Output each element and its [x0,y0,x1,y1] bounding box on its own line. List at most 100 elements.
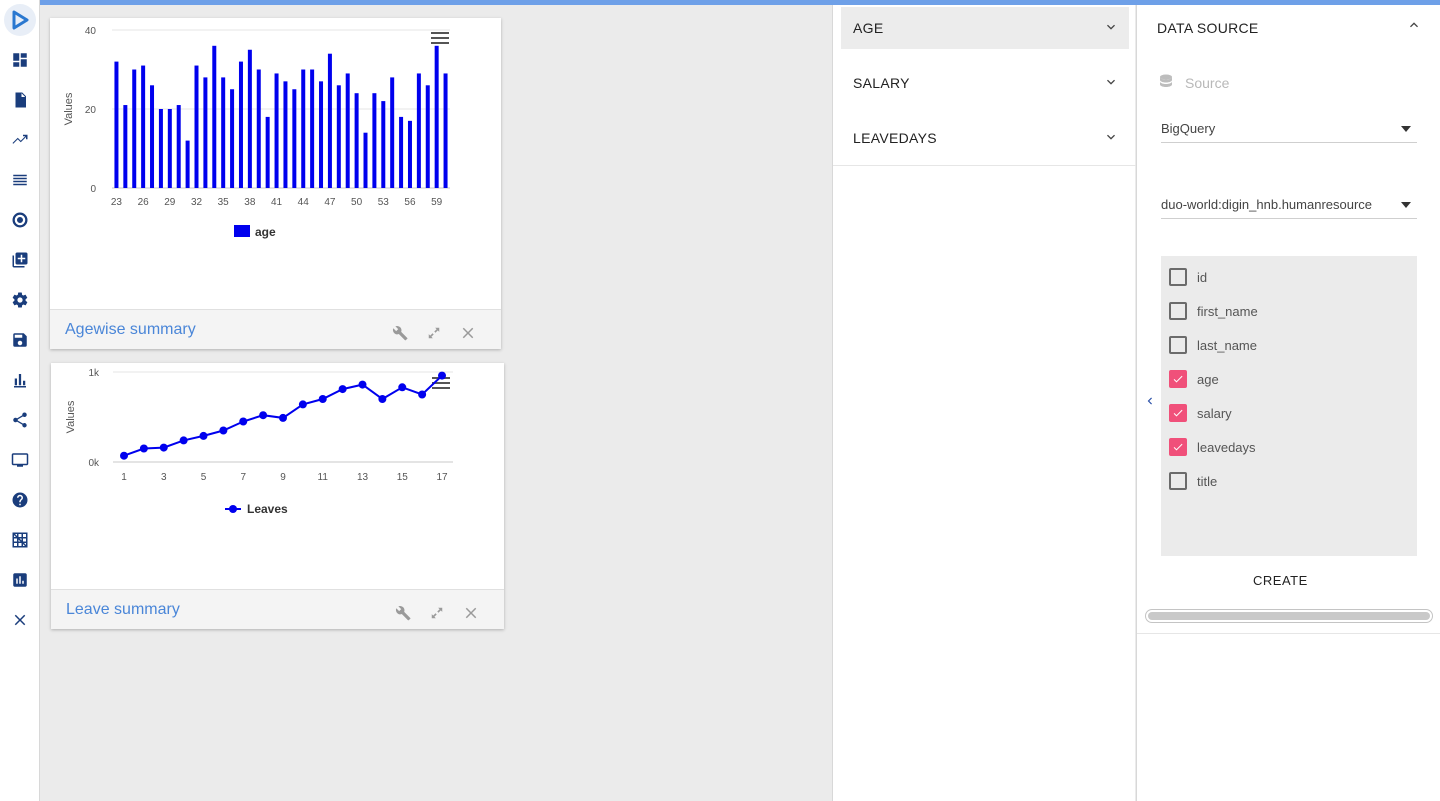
checkbox-empty-icon[interactable] [1169,472,1187,490]
bar[interactable] [345,73,350,188]
bar[interactable] [158,109,163,188]
bar[interactable] [407,120,412,188]
data-point[interactable] [438,371,446,380]
data-point[interactable] [179,436,188,445]
monitor-icon[interactable] [10,450,30,470]
field-checkbox-title[interactable]: title [1169,469,1217,493]
legend-label[interactable]: age [255,225,276,239]
legend-swatch[interactable] [234,225,250,237]
bar[interactable] [230,89,235,188]
expand-icon[interactable] [430,606,444,620]
bar[interactable] [363,132,368,188]
scrollbar-thumb[interactable] [1148,612,1430,620]
bar[interactable] [310,69,315,189]
widget-title[interactable]: Agewise summary [65,321,196,339]
bar[interactable] [247,49,252,188]
checkbox-checked-icon[interactable] [1169,370,1187,388]
bar[interactable] [336,85,341,188]
legend-marker[interactable] [229,505,237,513]
data-point[interactable] [318,395,327,403]
bar[interactable] [123,105,128,188]
report-icon[interactable] [10,90,30,110]
close-widget-icon[interactable] [459,324,477,342]
bar[interactable] [238,61,243,188]
chevron-left-icon[interactable] [1143,393,1157,409]
create-button[interactable]: CREATE [1245,571,1316,590]
bar-chart-icon[interactable] [10,370,30,390]
bar[interactable] [167,109,172,188]
settings-icon[interactable] [10,290,30,310]
close-icon[interactable] [10,610,30,630]
add-library-icon[interactable] [10,250,30,270]
bar[interactable] [132,69,137,189]
bar[interactable] [176,105,181,188]
bar[interactable] [381,101,386,188]
bar[interactable] [354,93,359,188]
data-point[interactable] [199,431,208,440]
tools-icon[interactable] [391,324,409,342]
bar[interactable] [434,45,439,188]
widget-title[interactable]: Leave summary [66,601,180,619]
field-checkbox-last-name[interactable]: last_name [1169,333,1257,357]
data-point[interactable] [338,385,347,394]
source-select[interactable]: BigQuery [1161,115,1417,143]
checkbox-empty-icon[interactable] [1169,336,1187,354]
insights-icon[interactable] [10,570,30,590]
bar[interactable] [141,65,146,188]
tools-icon[interactable] [394,604,412,622]
accordion-item-leavedays[interactable]: LEAVEDAYS [841,117,1129,159]
data-point[interactable] [120,451,128,460]
data-point[interactable] [279,413,287,422]
chevron-up-icon[interactable] [1406,17,1422,33]
data-point[interactable] [418,390,427,399]
field-checkbox-age[interactable]: age [1169,367,1219,391]
checkbox-checked-icon[interactable] [1169,438,1187,456]
dashboard-icon[interactable] [10,50,30,70]
legend-label[interactable]: Leaves [247,502,288,516]
checkbox-empty-icon[interactable] [1169,268,1187,286]
data-point[interactable] [159,443,168,452]
bar[interactable] [194,65,199,188]
field-checkbox-salary[interactable]: salary [1169,401,1232,425]
trend-icon[interactable] [10,130,30,150]
bar[interactable] [256,69,261,189]
bar[interactable] [399,116,404,188]
target-icon[interactable] [10,210,30,230]
bar[interactable] [150,85,155,188]
bar[interactable] [327,53,332,189]
bar[interactable] [114,61,119,188]
bar[interactable] [283,81,288,188]
field-checkbox-first-name[interactable]: first_name [1169,299,1258,323]
data-point[interactable] [239,417,248,426]
field-checkbox-leavedays[interactable]: leavedays [1169,435,1256,459]
data-point[interactable] [398,383,407,392]
bar[interactable] [390,77,395,188]
data-point[interactable] [139,444,148,453]
accordion-item-age[interactable]: AGE [841,7,1129,49]
bar[interactable] [212,45,217,188]
help-icon[interactable] [10,490,30,510]
data-point[interactable] [358,380,367,389]
bar[interactable] [425,85,430,188]
bar[interactable] [301,69,306,189]
field-checkbox-id[interactable]: id [1169,265,1207,289]
save-icon[interactable] [10,330,30,350]
bar[interactable] [416,73,421,188]
list-icon[interactable] [10,170,30,190]
data-point[interactable] [298,400,307,409]
bar[interactable] [319,81,324,188]
grid-icon[interactable] [10,530,30,550]
data-point[interactable] [259,411,268,420]
horizontal-scrollbar[interactable] [1145,609,1433,623]
bar[interactable] [274,73,279,188]
table-select[interactable]: duo-world:digin_hnb.humanresource [1161,191,1417,219]
bar[interactable] [185,140,190,188]
share-icon[interactable] [10,410,30,430]
data-point[interactable] [378,395,387,403]
bar[interactable] [443,73,448,188]
accordion-item-salary[interactable]: SALARY [841,62,1129,104]
bar[interactable] [292,89,297,188]
checkbox-empty-icon[interactable] [1169,302,1187,320]
close-widget-icon[interactable] [462,604,480,622]
bar[interactable] [221,77,226,188]
